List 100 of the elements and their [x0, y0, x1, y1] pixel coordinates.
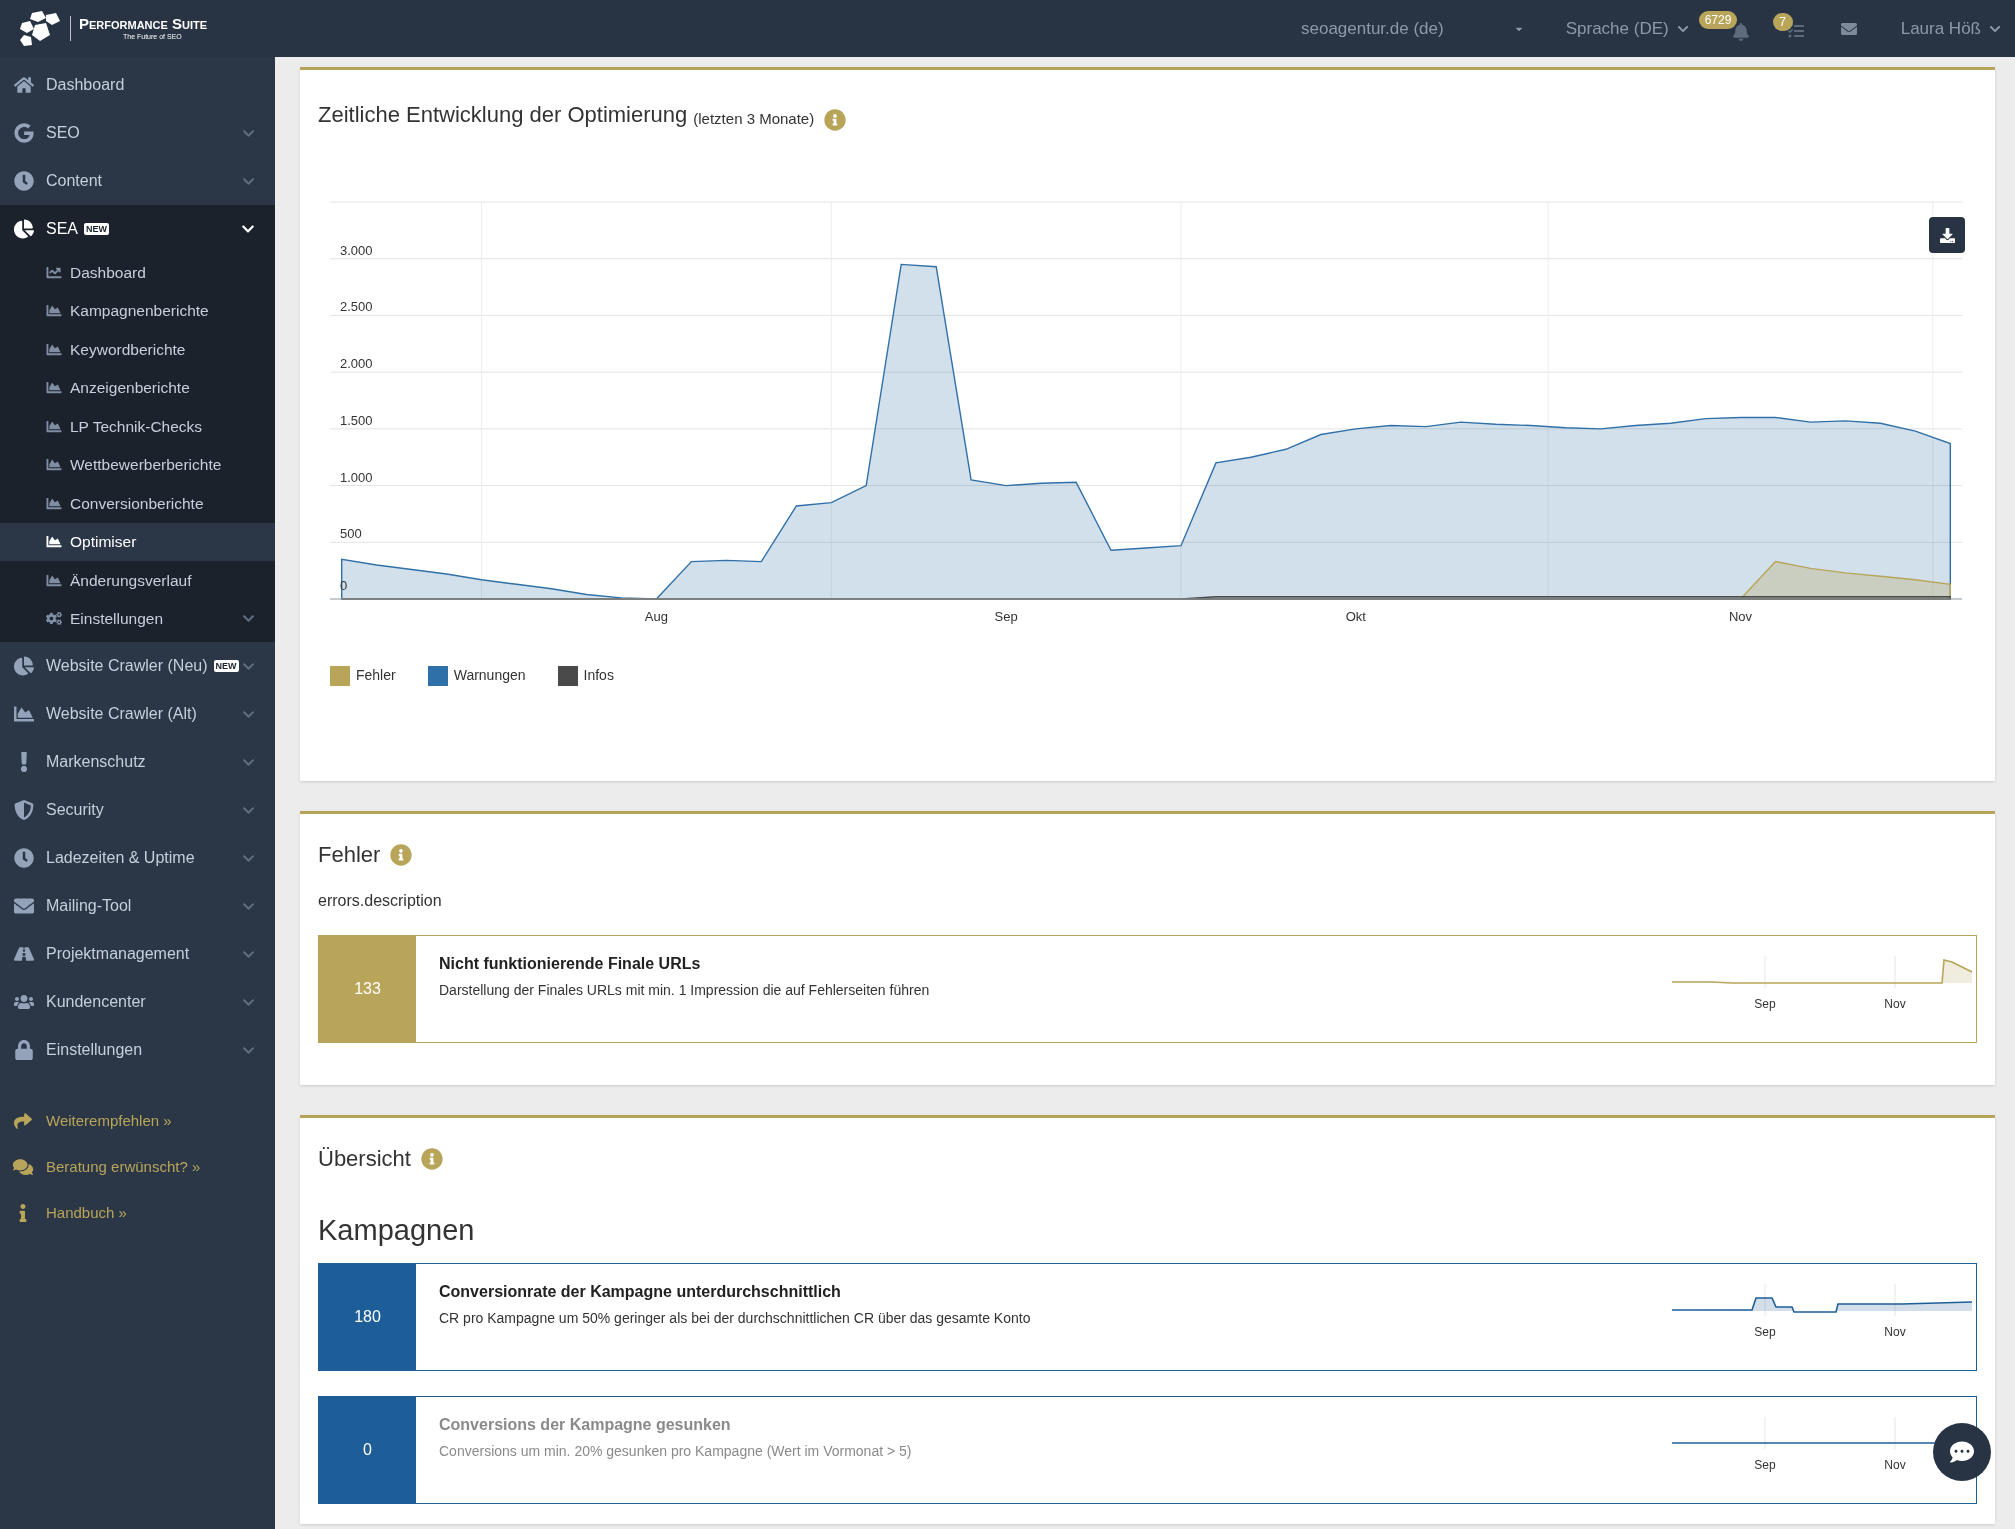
- submenu-item[interactable]: Dashboard: [0, 253, 275, 292]
- submenu-label: Keywordberichte: [70, 339, 186, 360]
- y-axis-label: 2.000: [340, 356, 373, 372]
- card-subtitle: (letzten 3 Monate): [693, 108, 815, 129]
- y-axis-label: 3.000: [340, 242, 373, 258]
- submenu-item[interactable]: Änderungsverlauf: [0, 561, 275, 600]
- card-title: Zeitliche Entwicklung der Optimierung: [318, 101, 688, 129]
- sidebar-item[interactable]: Einstellungen: [0, 1026, 275, 1074]
- issue-card[interactable]: 133 Nicht funktionierende Finale URLs Darstellung der Finales URLs mit min. 1 Impression die auf Fehlerseiten führen Sep Nov: [318, 935, 1977, 1043]
- chart-icon: [46, 418, 62, 434]
- y-axis-label: 500: [340, 526, 362, 542]
- x-axis-label: Nov: [1728, 609, 1753, 624]
- chart-icon: [46, 572, 62, 588]
- menu-icon: [14, 704, 34, 724]
- chart-icon: [46, 457, 62, 473]
- issue-count: 0: [363, 1439, 372, 1460]
- sidebar-label: SEA: [46, 219, 78, 239]
- sidebar-label: Markenschutz: [46, 752, 146, 772]
- submenu-item[interactable]: Conversionberichte: [0, 484, 275, 523]
- submenu-item[interactable]: Anzeigenberichte: [0, 368, 275, 407]
- axis-label: Nov: [1884, 997, 1906, 1011]
- issue-count: 180: [354, 1306, 381, 1327]
- submenu-label: Anzeigenberichte: [70, 378, 190, 399]
- sidebar-item[interactable]: SEO: [0, 109, 275, 157]
- menu-icon: [14, 219, 34, 239]
- sidebar-label: Dashboard: [46, 75, 125, 95]
- submenu-label: Optimiser: [70, 532, 137, 553]
- menu-icon: [14, 992, 34, 1012]
- axis-label: Nov: [1884, 1457, 1906, 1472]
- sidebar-label: Security: [46, 800, 104, 820]
- submenu-item[interactable]: Keywordberichte: [0, 330, 275, 369]
- sidebar-item[interactable]: Ladezeiten & Uptime: [0, 834, 275, 882]
- submenu-label: Einstellungen: [70, 609, 164, 630]
- link-icon: [12, 1112, 34, 1130]
- bell-icon[interactable]: [1732, 22, 1749, 41]
- download-button[interactable]: [1929, 217, 1965, 253]
- sidebar-item[interactable]: Projektmanagement: [0, 930, 275, 978]
- language-select[interactable]: Sprache (DE): [1565, 15, 1689, 42]
- submenu-item[interactable]: Kampagnenberichte: [0, 291, 275, 330]
- submenu-item[interactable]: Einstellungen: [0, 599, 275, 638]
- user-menu[interactable]: Laura Höß: [1900, 15, 2001, 42]
- x-axis-label: Sep: [994, 609, 1018, 624]
- chart-icon: [46, 495, 62, 511]
- axis-label: Sep: [1754, 1457, 1776, 1472]
- notification-badge: 6729: [1698, 10, 1738, 29]
- section-title: Übersicht: [318, 1145, 411, 1173]
- y-axis-label: 1.500: [340, 412, 373, 428]
- submenu-label: Wettbewerberberichte: [70, 455, 222, 476]
- new-badge: NEW: [84, 223, 109, 235]
- issue-title: Conversionrate der Kampagne unterdurchschnittlich: [439, 1281, 842, 1302]
- menu-icon: [14, 800, 34, 820]
- menu-icon: [14, 896, 34, 916]
- sidebar-item[interactable]: Website Crawler (Neu) NEW: [0, 642, 275, 690]
- sidebar-item[interactable]: Kundencenter: [0, 978, 275, 1026]
- sidebar-item[interactable]: Markenschutz: [0, 738, 275, 786]
- sidebar-item[interactable]: Website Crawler (Alt): [0, 690, 275, 738]
- section-title: Fehler: [318, 841, 381, 869]
- legend-label: Warnungen: [453, 666, 526, 685]
- sidebar-link[interactable]: Beratung erwünscht? »: [0, 1144, 275, 1190]
- menu-icon: [14, 848, 34, 868]
- chart-icon: [46, 341, 62, 357]
- submenu-label: Dashboard: [70, 262, 146, 283]
- list-icon[interactable]: [1786, 22, 1805, 39]
- section-description: errors.description: [318, 891, 443, 911]
- menu-icon: [14, 123, 34, 143]
- issue-title: Nicht funktionierende Finale URLs: [439, 954, 702, 974]
- axis-label: Sep: [1754, 997, 1776, 1011]
- issue-card[interactable]: 180 Conversionrate der Kampagne unterdurchschnittlich CR pro Kampagne um 50% geringer als bei der durchschnittlichen CR über das gesamte Konto Sep Nov: [318, 1262, 1977, 1371]
- logo-title: Performance Suite: [79, 16, 208, 32]
- sidebar-link[interactable]: Handbuch »: [0, 1190, 275, 1236]
- menu-icon: [14, 171, 34, 191]
- sidebar-label: Mailing-Tool: [46, 896, 132, 916]
- sidebar-item[interactable]: Mailing-Tool: [0, 882, 275, 930]
- legend-label: Infos: [583, 666, 614, 685]
- sidebar-label: Projektmanagement: [46, 944, 190, 964]
- submenu-label: Änderungsverlauf: [70, 570, 192, 591]
- sidebar-link[interactable]: Weiterempfehlen »: [0, 1098, 275, 1144]
- menu-icon: [14, 75, 34, 95]
- project-select[interactable]: seoagentur.de (de): [1300, 15, 1524, 42]
- submenu-label: LP Technik-Checks: [70, 416, 203, 437]
- sidebar-label: Website Crawler (Neu): [46, 656, 208, 676]
- x-axis-label: Aug: [644, 609, 668, 624]
- submenu-label: Conversionberichte: [70, 493, 204, 514]
- sidebar-label: Kundencenter: [46, 992, 146, 1012]
- sidebar-item[interactable]: SEA NEW: [0, 205, 275, 253]
- submenu-label: Kampagnenberichte: [70, 301, 209, 322]
- submenu-item[interactable]: Optimiser: [0, 522, 275, 561]
- submenu-item[interactable]: Wettbewerberberichte: [0, 445, 275, 484]
- chart-icon: [46, 611, 62, 627]
- sidebar-item[interactable]: Security: [0, 786, 275, 834]
- chart-icon: [46, 380, 62, 396]
- submenu-item[interactable]: LP Technik-Checks: [0, 407, 275, 446]
- sidebar-label: SEO: [46, 123, 80, 143]
- task-badge: 7: [1772, 12, 1793, 31]
- menu-icon: [14, 1040, 34, 1060]
- sidebar-item[interactable]: Content: [0, 157, 275, 205]
- chart-icon: [46, 264, 62, 280]
- mail-icon[interactable]: [1838, 20, 1859, 37]
- sidebar-item[interactable]: Dashboard: [0, 61, 275, 109]
- chat-icon: [1949, 1440, 1975, 1464]
